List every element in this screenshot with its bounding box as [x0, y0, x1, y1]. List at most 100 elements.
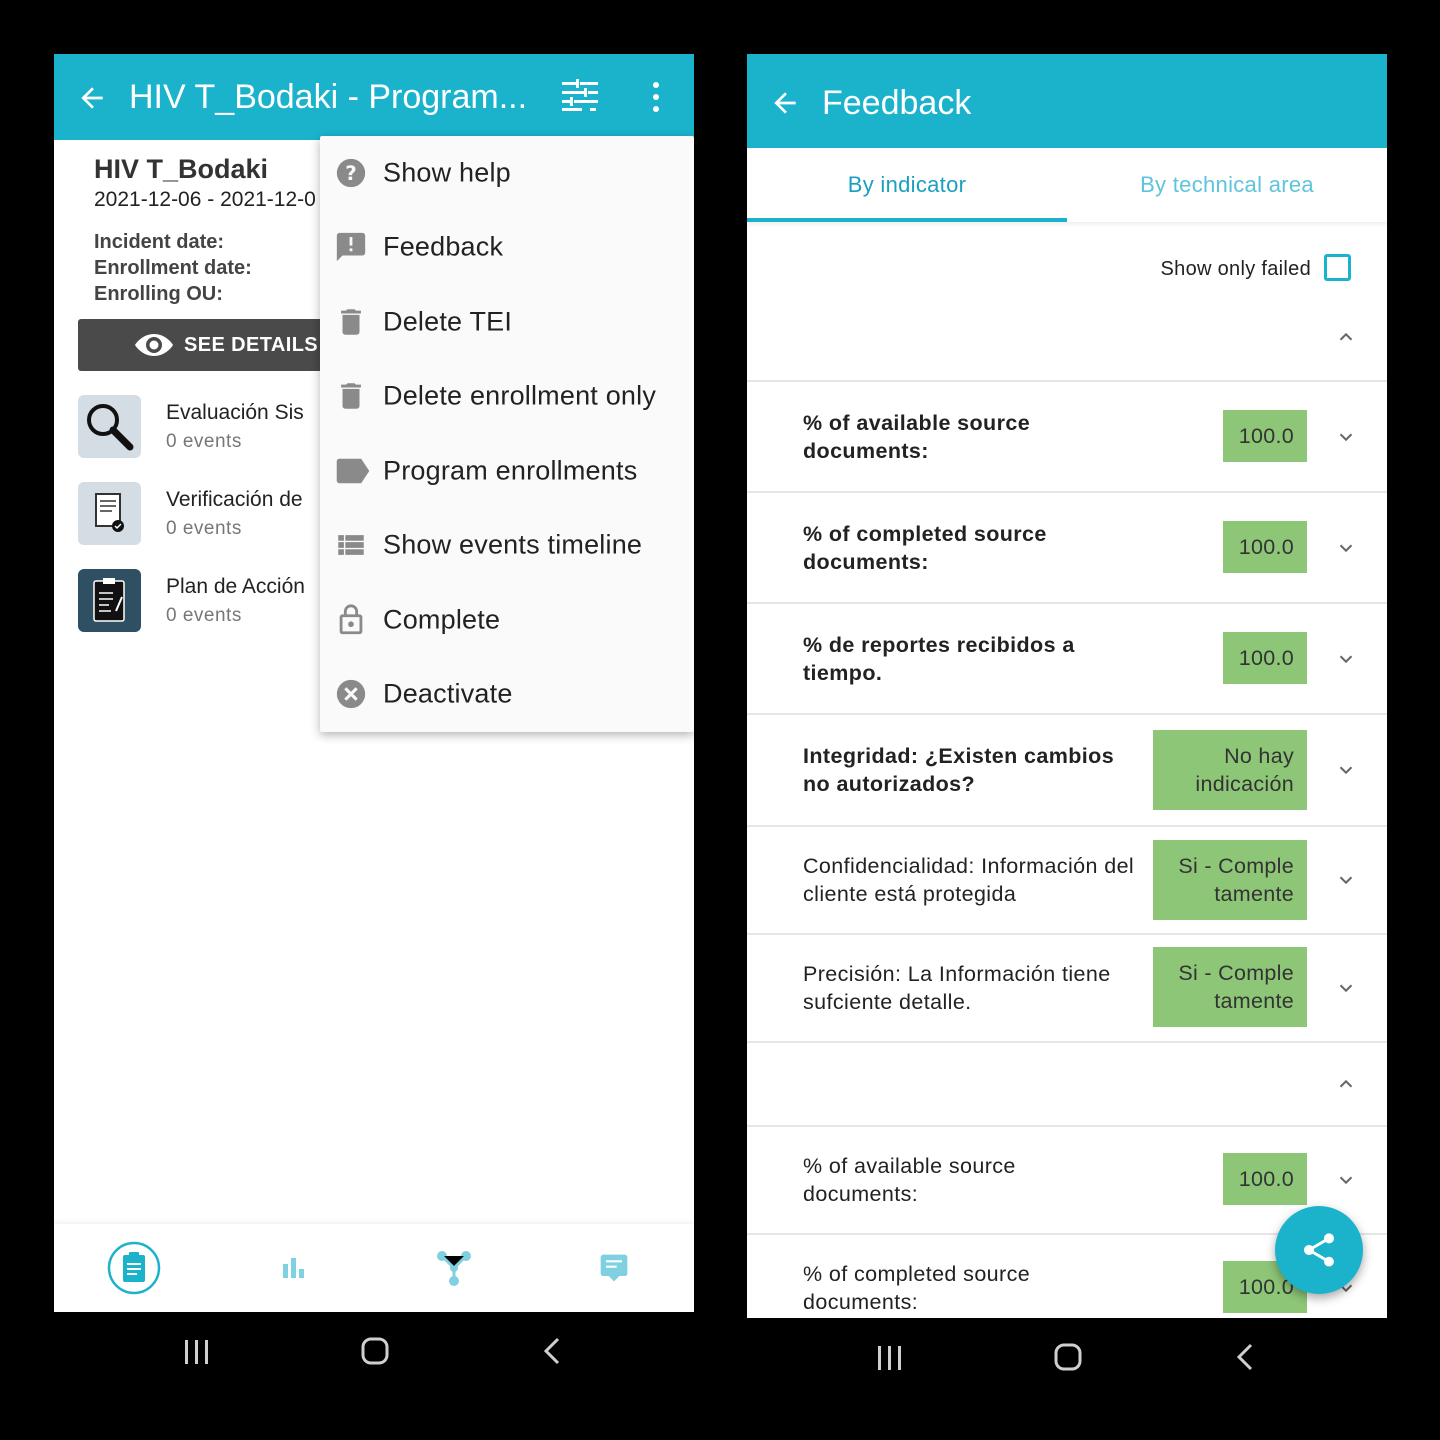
app-bar-title: HIV T_Bodaki - Program... — [129, 78, 528, 116]
home-icon[interactable] — [360, 1336, 390, 1366]
stage-event-count: 0 events — [166, 431, 242, 452]
system-navigation-bar — [54, 1312, 694, 1392]
nav-tab-details[interactable] — [54, 1224, 214, 1312]
trash-icon — [341, 383, 361, 409]
app-bar-title: Feedback — [822, 84, 972, 122]
chevron-up-icon[interactable] — [1335, 1073, 1357, 1095]
more-vert-icon[interactable] — [644, 80, 668, 114]
bottom-navigation — [54, 1224, 694, 1312]
menu-item-delete-enrollment[interactable]: Delete enrollment only — [320, 359, 694, 433]
chevron-down-icon[interactable] — [1335, 977, 1357, 999]
back-arrow-icon[interactable] — [769, 87, 801, 119]
bar-chart-icon — [283, 1258, 304, 1278]
menu-item-feedback[interactable]: Feedback — [320, 210, 694, 284]
menu-item-label: Delete TEI — [383, 306, 513, 337]
tab-by-technical-area[interactable]: By technical area — [1067, 148, 1387, 222]
list-icon — [338, 535, 364, 555]
chevron-down-icon[interactable] — [1335, 426, 1357, 448]
nav-tab-relationships[interactable] — [374, 1224, 534, 1312]
overflow-menu: ? Show help Feedback Delete TEI Delete e… — [320, 136, 694, 732]
indicator-value: 100.0 — [1223, 410, 1307, 462]
nav-tab-analytics[interactable] — [214, 1224, 374, 1312]
enrollment-dates: 2021-12-06 - 2021-12-0 — [94, 188, 316, 211]
document-check-icon — [78, 482, 141, 545]
top-app-bar: HIV T_Bodaki - Program... — [54, 54, 694, 140]
active-tab-indicator — [747, 218, 1067, 222]
menu-item-label: Delete enrollment only — [383, 380, 657, 411]
menu-item-label: Program enrollments — [383, 455, 638, 486]
menu-item-label: Deactivate — [383, 678, 513, 709]
filter-icon[interactable] — [560, 78, 600, 114]
indicator-label: Integridad: ¿Existen cambios no autoriza… — [803, 744, 1115, 796]
indicator-value: 100.0 — [1223, 521, 1307, 573]
indicator-label: % of completed source documents: — [803, 1262, 1031, 1314]
trash-icon — [341, 309, 361, 335]
feedback-row[interactable]: % of available source documents: 100.0 — [747, 382, 1387, 492]
stage-event-count: 0 events — [166, 518, 242, 539]
chevron-down-icon[interactable] — [1335, 759, 1357, 781]
notes-icon — [600, 1254, 628, 1282]
clipboard-icon — [78, 569, 141, 632]
clipboard-icon — [107, 1241, 161, 1295]
label-icon — [336, 458, 370, 484]
feedback-screen: Feedback By indicator By technical area … — [747, 54, 1387, 1318]
recent-apps-icon[interactable] — [182, 1338, 212, 1366]
back-arrow-icon[interactable] — [76, 82, 108, 114]
menu-item-delete-tei[interactable]: Delete TEI — [320, 285, 694, 359]
indicator-value: 100.0 — [1223, 632, 1307, 684]
divider — [747, 1041, 1387, 1043]
system-navigation-bar — [747, 1318, 1387, 1398]
menu-item-label: Feedback — [383, 231, 504, 262]
share-button[interactable] — [1275, 1206, 1363, 1294]
relationships-icon — [437, 1251, 471, 1286]
chevron-down-icon[interactable] — [1335, 537, 1357, 559]
show-only-failed-checkbox[interactable] — [1324, 254, 1351, 281]
menu-item-label: Show help — [383, 157, 511, 188]
indicator-label: Precisión: La Información tiene sufcient… — [803, 962, 1111, 1014]
home-icon[interactable] — [1053, 1342, 1083, 1372]
feedback-row[interactable]: Integridad: ¿Existen cambios no autoriza… — [747, 715, 1387, 825]
indicator-label: % of available source documents: — [803, 1154, 1016, 1206]
menu-item-complete[interactable]: Complete — [320, 583, 694, 657]
indicator-label: % de reportes recibidos a tiempo. — [803, 633, 1075, 685]
enrollment-date-label: Enrollment date: — [94, 257, 252, 279]
stage-name: Plan de Acción — [166, 575, 305, 598]
stage-name: Evaluación Sis — [166, 401, 304, 424]
indicator-label: Confidencialidad: Información del client… — [803, 854, 1135, 906]
feedback-row[interactable]: % of completed source documents: 100.0 — [747, 493, 1387, 603]
feedback-row[interactable]: Confidencialidad: Información del client… — [747, 827, 1387, 933]
incident-date-label: Incident date: — [94, 231, 225, 253]
indicator-value: 100.0 — [1223, 1153, 1307, 1205]
stage-name: Verificación de — [166, 488, 303, 511]
indicator-value: No hay indicación — [1153, 730, 1307, 810]
feedback-row[interactable]: Precisión: La Información tiene sufcient… — [747, 935, 1387, 1041]
feedback-icon — [336, 232, 366, 262]
tab-by-indicator[interactable]: By indicator — [747, 148, 1067, 222]
stage-event-count: 0 events — [166, 605, 242, 626]
svg-text:?: ? — [345, 162, 357, 185]
menu-item-program-enrollments[interactable]: Program enrollments — [320, 434, 694, 508]
indicator-label: % of available source documents: — [803, 411, 1031, 463]
feedback-row[interactable]: % de reportes recibidos a tiempo. 100.0 — [747, 604, 1387, 714]
menu-item-label: Show events timeline — [383, 529, 643, 560]
indicator-value: Si - Comple tamente — [1153, 947, 1307, 1027]
chevron-down-icon[interactable] — [1335, 1169, 1357, 1191]
back-icon[interactable] — [542, 1336, 562, 1366]
chevron-down-icon[interactable] — [1335, 648, 1357, 670]
recent-apps-icon[interactable] — [875, 1344, 905, 1372]
chevron-up-icon[interactable] — [1335, 326, 1357, 348]
eye-icon — [135, 334, 173, 356]
show-only-failed-label: Show only failed — [1160, 258, 1311, 280]
back-icon[interactable] — [1235, 1342, 1255, 1372]
menu-item-deactivate[interactable]: Deactivate — [320, 657, 694, 731]
cancel-icon — [336, 679, 366, 709]
enrolling-ou-label: Enrolling OU: — [94, 283, 223, 305]
feedback-tabs: By indicator By technical area — [747, 148, 1387, 222]
menu-item-events-timeline[interactable]: Show events timeline — [320, 508, 694, 582]
menu-item-show-help[interactable]: ? Show help — [320, 136, 694, 210]
indicator-label: % of completed source documents: — [803, 522, 1047, 574]
chevron-down-icon[interactable] — [1335, 869, 1357, 891]
tei-dashboard-screen: HIV T_Bodaki - Program... HIV T_Bodaki 2… — [54, 54, 694, 1312]
share-icon — [1304, 1233, 1334, 1267]
nav-tab-notes[interactable] — [534, 1224, 694, 1312]
